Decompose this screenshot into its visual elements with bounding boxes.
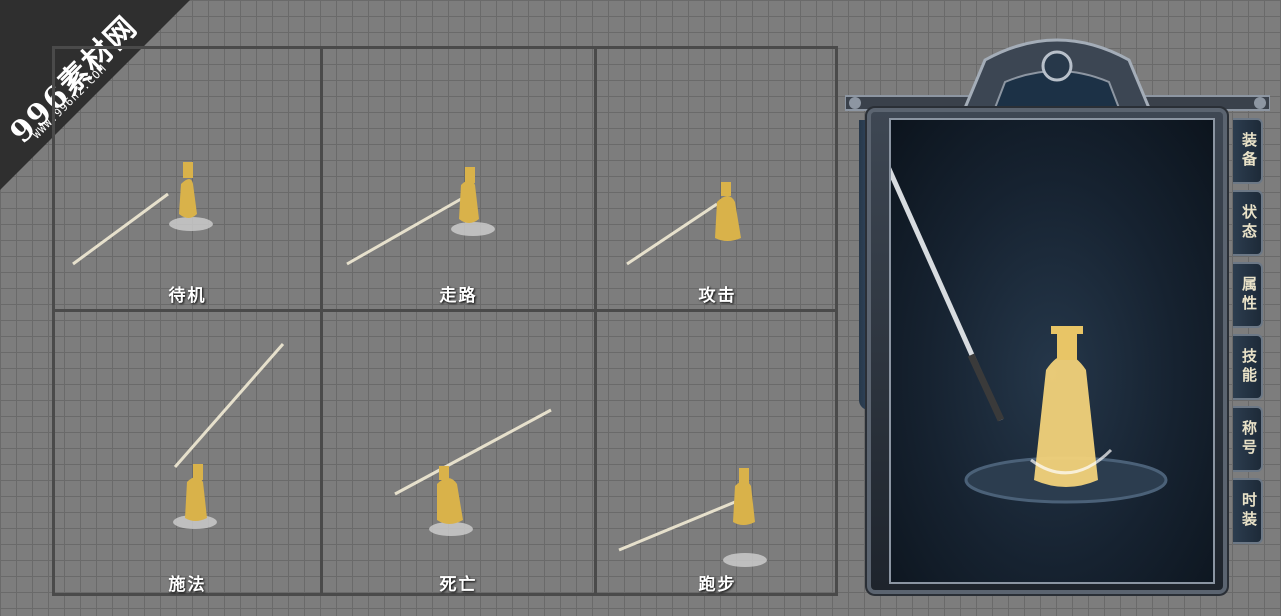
character-sprite: [618, 468, 767, 567]
character-panel: 装备 状态 属性 技能 称号 时装: [845, 20, 1270, 610]
tab-equipment[interactable]: 装备: [1233, 118, 1263, 184]
character-sprite: [173, 343, 285, 529]
action-cell-walk[interactable]: 走路: [323, 49, 594, 309]
character-sprite: [72, 162, 213, 266]
tab-fashion[interactable]: 时装: [1233, 478, 1263, 544]
action-sprite-sheet: 待机 走路 攻击 施法 死亡 跑步: [52, 46, 838, 596]
action-cell-cast[interactable]: 施法: [55, 312, 320, 596]
tab-title[interactable]: 称号: [1233, 406, 1263, 472]
action-label: 施法: [168, 575, 207, 595]
action-label: 待机: [168, 286, 207, 306]
action-cell-run[interactable]: 跑步: [597, 312, 838, 596]
panel-tab-bar: 装备 状态 属性 技能 称号 时装: [1233, 118, 1265, 550]
action-cell-death[interactable]: 死亡: [323, 312, 594, 596]
action-cell-idle[interactable]: 待机: [55, 49, 320, 309]
action-label: 走路: [439, 286, 478, 306]
action-cell-attack[interactable]: 攻击: [597, 49, 838, 309]
character-model: [882, 158, 1168, 504]
action-label: 跑步: [698, 575, 737, 595]
action-label: 死亡: [439, 575, 478, 595]
action-label: 攻击: [698, 286, 737, 306]
tab-status[interactable]: 状态: [1233, 190, 1263, 256]
character-frame: [871, 112, 1223, 590]
character-sprite: [346, 167, 495, 266]
character-viewport: [882, 118, 1215, 584]
tab-skills[interactable]: 技能: [1233, 334, 1263, 400]
tab-attributes[interactable]: 属性: [1233, 262, 1263, 328]
character-sprite: [394, 408, 552, 536]
character-sprite: [626, 182, 741, 266]
